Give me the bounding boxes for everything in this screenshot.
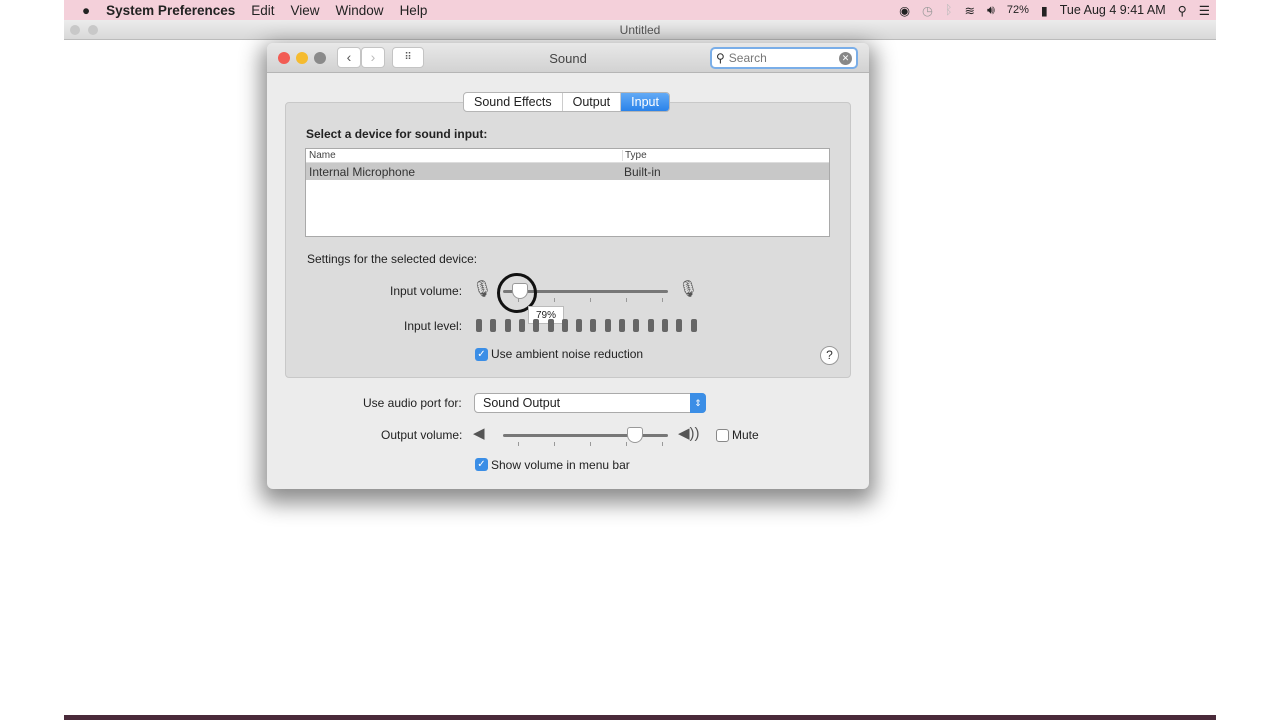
menu-view[interactable]: View (283, 3, 328, 18)
menu-help[interactable]: Help (392, 3, 436, 18)
level-bar (518, 319, 525, 332)
input-level-label: Input level: (404, 319, 463, 333)
device-name: Internal Microphone (309, 165, 416, 179)
level-bar (590, 319, 597, 332)
device-type: Built-in (624, 165, 661, 179)
menu-bar: ● System Preferences Edit View Window He… (64, 0, 1216, 20)
select-device-label: Select a device for sound input: (306, 127, 488, 141)
sound-preferences-window: ‹ › ⠿ Sound ⚲ Search ✕ Sound Effects Out… (267, 43, 869, 489)
mute-label: Mute (732, 428, 759, 442)
tab-bar: Sound Effects Output Input (463, 92, 670, 112)
device-table: Name Type Internal Microphone Built-in (305, 148, 830, 237)
untitled-window-titlebar: Untitled (64, 20, 1216, 40)
column-type[interactable]: Type (622, 150, 647, 161)
notification-center-icon[interactable]: ☰ (1193, 3, 1216, 18)
clear-search-icon[interactable]: ✕ (839, 51, 852, 65)
untitled-title: Untitled (619, 23, 661, 37)
table-row[interactable]: Internal Microphone Built-in (306, 163, 829, 180)
tab-sound-effects[interactable]: Sound Effects (464, 93, 563, 111)
level-bar (647, 319, 654, 332)
clock[interactable]: Tue Aug 4 9:41 AM (1054, 3, 1172, 17)
titlebar: ‹ › ⠿ Sound ⚲ Search ✕ (267, 43, 869, 73)
show-volume-checkbox[interactable]: ✓ (475, 458, 488, 471)
level-bar (690, 319, 697, 332)
menu-app-name[interactable]: System Preferences (98, 3, 243, 18)
output-volume-thumb[interactable] (627, 427, 643, 443)
column-name[interactable]: Name (309, 150, 336, 161)
level-bar (476, 319, 482, 332)
level-bar (676, 319, 683, 332)
time-machine-icon[interactable]: ◷ (916, 3, 939, 18)
menu-edit[interactable]: Edit (243, 3, 282, 18)
audio-port-label: Use audio port for: (363, 396, 462, 410)
mute-checkbox[interactable] (716, 429, 729, 442)
battery-percent: 72% (1006, 4, 1029, 16)
search-input[interactable]: ⚲ Search ✕ (710, 47, 858, 69)
output-volume-label: Output volume: (381, 428, 463, 442)
speaker-high-icon: ◀)) (678, 425, 700, 442)
noise-reduction-checkbox[interactable]: ✓ (475, 348, 488, 361)
volume-icon[interactable]: 🔊︎ (981, 3, 1001, 18)
mic-low-icon: 🎙︎ (472, 281, 493, 298)
search-placeholder: Search (728, 51, 767, 65)
spotlight-icon[interactable]: ⚲ (1172, 3, 1193, 18)
battery-icon[interactable]: ▮ (1035, 3, 1054, 18)
level-bar (547, 319, 554, 332)
menu-window[interactable]: Window (328, 3, 392, 18)
record-icon[interactable]: ◉ (893, 3, 916, 18)
input-volume-label: Input volume: (390, 284, 463, 298)
level-bar (576, 319, 583, 332)
level-bar (604, 319, 611, 332)
settings-label: Settings for the selected device: (307, 252, 478, 266)
level-bar (661, 319, 668, 332)
level-bar (633, 319, 640, 332)
level-bar (619, 319, 625, 332)
input-panel (285, 102, 851, 378)
dock-edge (64, 715, 1216, 720)
level-bar (561, 319, 568, 332)
level-bar (504, 319, 511, 332)
wifi-icon[interactable]: ≋ (958, 3, 980, 18)
level-bar (533, 319, 540, 332)
table-header: Name Type (306, 149, 829, 163)
search-icon: ⚲ (716, 51, 725, 65)
apple-icon[interactable]: ● (64, 3, 98, 18)
minimize-icon[interactable] (88, 25, 98, 35)
speaker-low-icon: ◀ (473, 425, 485, 442)
audio-port-select[interactable]: Sound Output ⇕ (474, 393, 706, 413)
tab-input[interactable]: Input (621, 93, 669, 111)
close-icon[interactable] (70, 25, 80, 35)
bluetooth-icon[interactable]: ᛒ (939, 3, 959, 17)
help-button[interactable]: ? (820, 346, 839, 365)
chevron-updown-icon: ⇕ (690, 393, 706, 413)
tab-output[interactable]: Output (563, 93, 622, 111)
mic-high-icon: 🎙︎ (678, 281, 699, 298)
level-bar (490, 319, 497, 332)
show-volume-label: Show volume in menu bar (491, 458, 630, 472)
audio-port-value: Sound Output (483, 396, 561, 410)
noise-reduction-label: Use ambient noise reduction (491, 347, 644, 361)
output-volume-slider[interactable] (503, 434, 668, 437)
